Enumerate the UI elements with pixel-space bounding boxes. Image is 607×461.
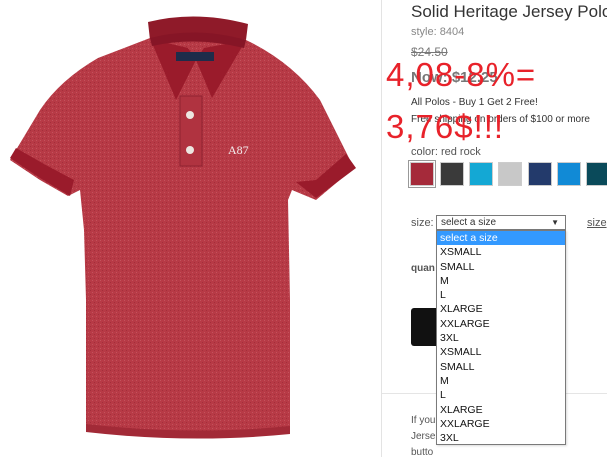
annotation-line-2: 3,76$!!! — [386, 108, 505, 145]
product-image[interactable]: A87 — [0, 0, 382, 457]
annotation-line-1: 4,08-8%= — [386, 56, 537, 93]
size-option[interactable]: XXLARGE — [437, 317, 565, 331]
color-label: color: red rock — [411, 146, 481, 158]
divider — [381, 0, 382, 457]
promo-text: All Polos - Buy 1 Get 2 Free! — [411, 97, 538, 108]
size-dropdown-list: select a size XSMALL SMALL M L XLARGE XX… — [436, 230, 566, 445]
size-option[interactable]: XSMALL — [437, 345, 565, 359]
description-line: butto — [411, 447, 434, 458]
swatch-teal-blue[interactable] — [469, 162, 493, 186]
size-option[interactable]: XLARGE — [437, 403, 565, 417]
swatch-dark-teal[interactable] — [586, 162, 607, 186]
size-option[interactable]: SMALL — [437, 260, 565, 274]
quantity-label: quan — [411, 263, 435, 274]
size-select[interactable]: select a size ▼ — [436, 215, 566, 230]
size-option[interactable]: M — [437, 374, 565, 388]
product-image-panel: A87 — [0, 0, 382, 457]
size-option[interactable]: XLARGE — [437, 302, 565, 316]
size-option[interactable]: 3XL — [437, 431, 565, 444]
size-option[interactable]: XXLARGE — [437, 417, 565, 431]
swatch-bright-blue[interactable] — [557, 162, 581, 186]
size-option[interactable]: XSMALL — [437, 245, 565, 259]
size-option[interactable]: M — [437, 274, 565, 288]
style-number: style: 8404 — [411, 26, 465, 38]
size-option[interactable]: select a size — [437, 231, 565, 246]
logo-mark: A87 — [228, 143, 249, 157]
size-option[interactable]: 3XL — [437, 331, 565, 345]
product-title: Solid Heritage Jersey Polo — [411, 2, 607, 21]
size-option[interactable]: SMALL — [437, 360, 565, 374]
size-option[interactable]: L — [437, 288, 565, 302]
size-select-value: select a size — [441, 217, 497, 228]
swatch-navy[interactable] — [528, 162, 552, 186]
size-label: size: — [411, 217, 434, 229]
swatch-charcoal[interactable] — [440, 162, 464, 186]
chevron-down-icon: ▼ — [551, 218, 559, 227]
size-chart-link[interactable]: size — [587, 217, 607, 229]
swatch-light-grey[interactable] — [498, 162, 522, 186]
size-option[interactable]: L — [437, 388, 565, 402]
add-to-bag-button[interactable] — [411, 308, 439, 346]
swatch-red-rock[interactable] — [408, 160, 436, 188]
